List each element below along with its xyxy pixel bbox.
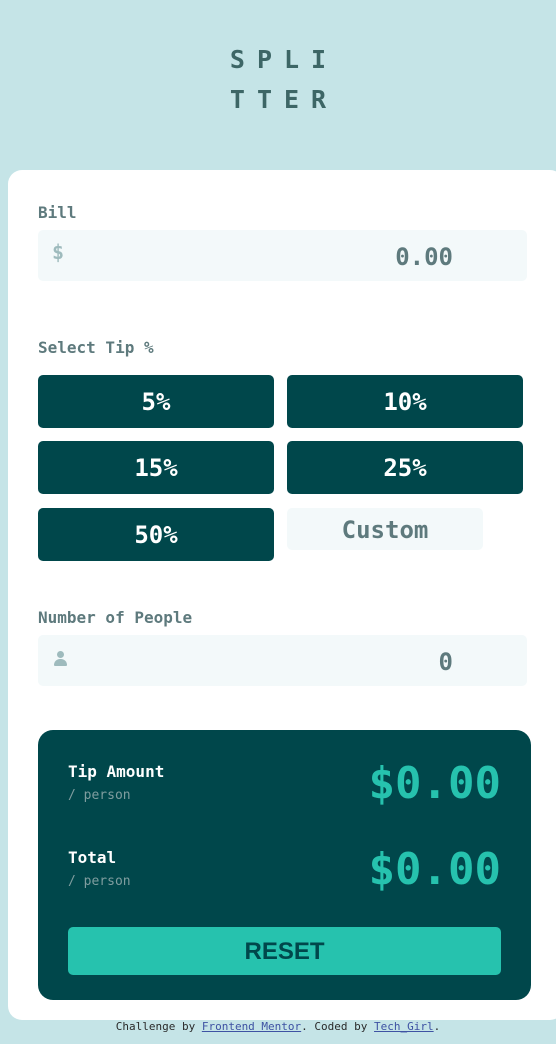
bill-value: 0.00 — [395, 243, 453, 271]
bill-input[interactable]: $ 0.00 — [38, 230, 527, 281]
logo-line-1: SPLI — [229, 45, 339, 74]
footer-prefix: Challenge by — [115, 1020, 202, 1033]
author-link[interactable]: Tech_Girl — [374, 1020, 434, 1033]
calculator-card: Bill $ 0.00 Select Tip % 5% 10% 15% 25% … — [8, 170, 556, 1020]
select-tip-label: Select Tip % — [38, 338, 154, 357]
bill-label: Bill — [38, 203, 77, 222]
tip-amount-value: $0.00 — [368, 758, 501, 809]
tip-button-10[interactable]: 10% — [287, 375, 523, 428]
people-input[interactable]: 0 — [38, 635, 527, 686]
app-logo: SPLI TTER — [0, 40, 556, 120]
total-label: Total — [68, 848, 117, 867]
tip-custom-input[interactable]: Custom — [287, 508, 483, 550]
footer-suffix: . — [433, 1020, 441, 1033]
tip-button-50[interactable]: 50% — [38, 508, 274, 561]
dollar-icon: $ — [52, 240, 65, 264]
attribution-footer: Challenge by Frontend Mentor. Coded by T… — [0, 1020, 556, 1033]
logo-line-2: TTER — [229, 85, 339, 114]
total-value: $0.00 — [368, 844, 501, 895]
footer-middle: . Coded by — [301, 1020, 375, 1033]
tip-button-25[interactable]: 25% — [287, 441, 523, 494]
results-panel: Tip Amount / person $0.00 Total / person… — [38, 730, 531, 1000]
tip-button-15[interactable]: 15% — [38, 441, 274, 494]
tip-amount-per-person: / person — [68, 788, 131, 803]
frontend-mentor-link[interactable]: Frontend Mentor — [202, 1020, 301, 1033]
tip-button-5[interactable]: 5% — [38, 375, 274, 428]
tip-amount-label: Tip Amount — [68, 762, 165, 781]
person-icon — [54, 651, 67, 667]
total-per-person: / person — [68, 874, 131, 889]
people-value: 0 — [438, 648, 453, 676]
people-label: Number of People — [38, 608, 193, 627]
reset-button[interactable]: RESET — [68, 927, 501, 975]
